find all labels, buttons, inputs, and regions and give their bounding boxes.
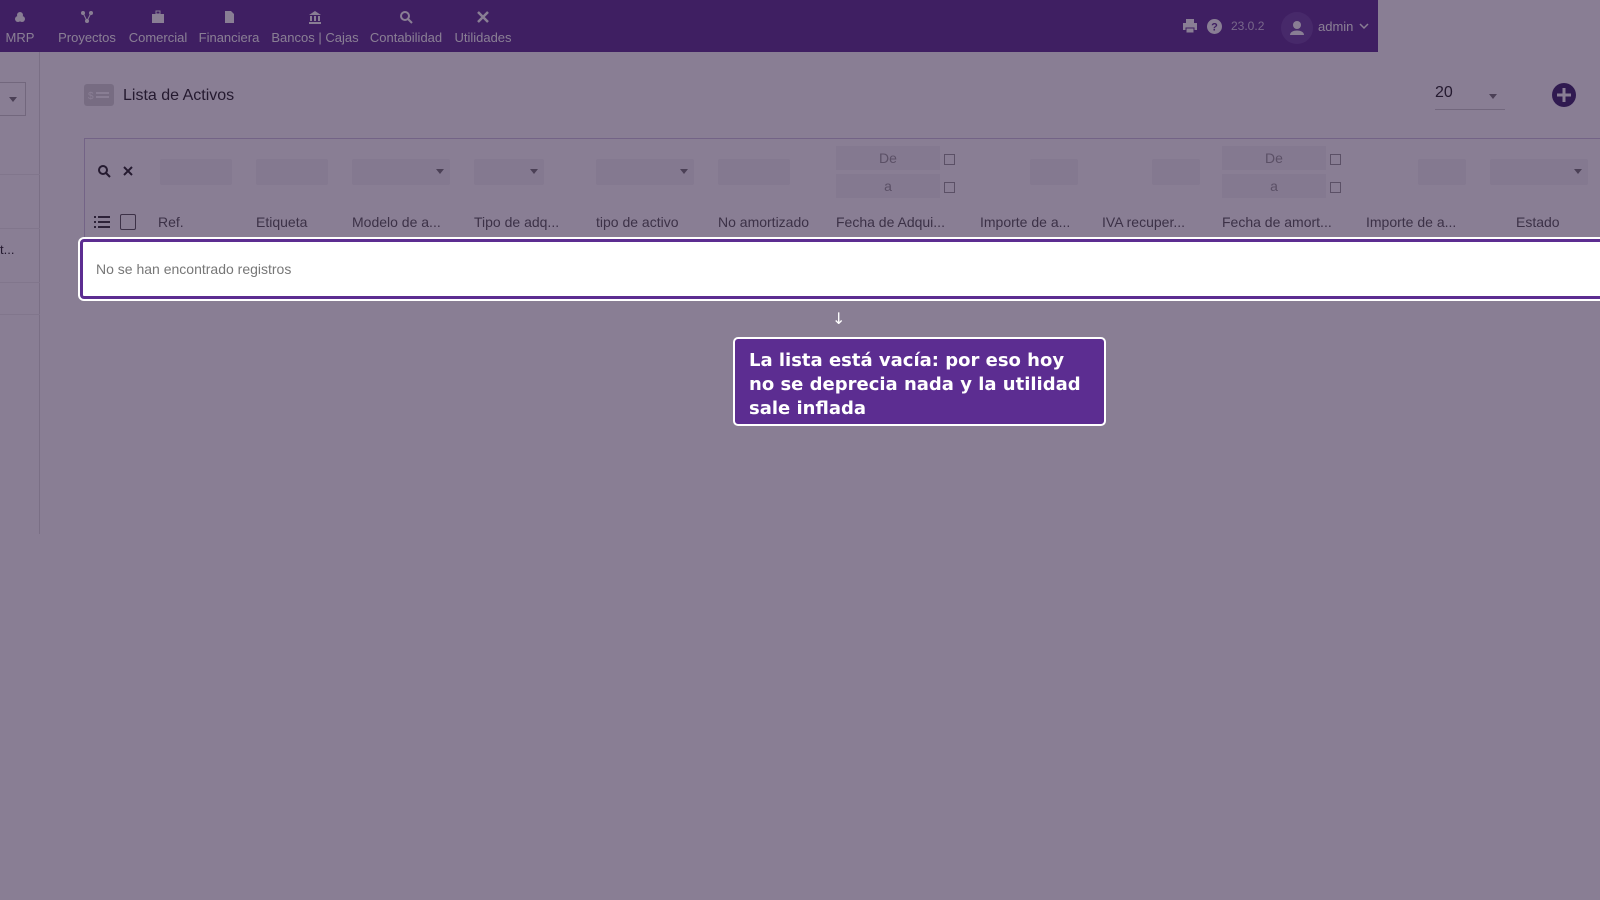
menu-item-bancos[interactable]: Bancos | Cajas: [270, 0, 360, 52]
briefcase-icon: [152, 10, 164, 23]
tools-icon: [477, 11, 489, 23]
left-sidebar: t...: [0, 52, 40, 534]
filter-dep-date-to[interactable]: a: [1222, 174, 1326, 198]
menu-item-comercial[interactable]: Comercial: [127, 0, 189, 52]
filter-ref[interactable]: [160, 159, 232, 185]
page-title: Lista de Activos: [123, 87, 235, 104]
calendar-icon[interactable]: [1330, 182, 1341, 193]
column-header-acquisition-amount[interactable]: Importe de a...: [980, 214, 1092, 230]
select-all-checkbox[interactable]: [120, 214, 136, 230]
chevron-down-icon: [9, 97, 17, 102]
bank-icon: [309, 11, 321, 24]
column-header-status[interactable]: Estado: [1516, 214, 1586, 230]
filter-label[interactable]: [256, 159, 328, 185]
menu-label: Proyectos: [58, 30, 116, 45]
top-menu-bar: MRP Proyectos Comercial Financiera Banco…: [0, 0, 1378, 52]
filter-acq-date-to[interactable]: a: [836, 174, 940, 198]
highlighted-empty-row: [80, 239, 1600, 299]
filter-dep-amount[interactable]: [1418, 159, 1466, 185]
calendar-icon[interactable]: [944, 154, 955, 165]
filter-vat[interactable]: [1152, 159, 1200, 185]
filter-not-depreciated[interactable]: [718, 159, 790, 185]
column-header-depreciation-date[interactable]: Fecha de amort...: [1222, 214, 1346, 230]
user-menu[interactable]: admin: [1318, 0, 1369, 52]
menu-item-proyectos[interactable]: Proyectos: [57, 0, 117, 52]
chevron-down-icon: [436, 169, 444, 174]
chevron-down-icon: [1574, 169, 1582, 174]
svg-text:?: ?: [1211, 21, 1218, 33]
filter-dep-date-from[interactable]: De: [1222, 146, 1326, 170]
add-asset-button[interactable]: [1552, 83, 1576, 107]
column-header-ref[interactable]: Ref.: [158, 214, 248, 230]
column-header-asset-type[interactable]: tipo de activo: [596, 214, 708, 230]
column-header-label[interactable]: Etiqueta: [256, 214, 346, 230]
filter-acq-amount[interactable]: [1030, 159, 1078, 185]
assets-icon: $: [84, 84, 114, 106]
column-header-vat[interactable]: IVA recuper...: [1102, 214, 1214, 230]
chevron-down-icon: [1359, 23, 1369, 30]
svg-text:$: $: [88, 91, 94, 102]
search-icon[interactable]: [97, 164, 111, 178]
callout-text: La lista está vacía: por eso hoy no se d…: [749, 350, 1081, 419]
list-icon[interactable]: [94, 215, 110, 229]
project-icon: [81, 11, 93, 23]
avatar[interactable]: [1281, 12, 1313, 44]
help-button[interactable]: ?: [1207, 0, 1222, 52]
sidebar-select[interactable]: [0, 82, 26, 116]
sidebar-item-label[interactable]: t...: [0, 242, 14, 257]
search-icon: [400, 11, 413, 24]
menu-label: Comercial: [128, 30, 188, 45]
menu-item-financiera[interactable]: Financiera: [198, 0, 260, 52]
print-button[interactable]: [1182, 0, 1198, 52]
menu-label: Bancos | Cajas: [271, 30, 359, 45]
tutorial-callout: La lista está vacía: por eso hoy no se d…: [733, 337, 1106, 426]
chevron-down-icon: [680, 169, 688, 174]
menu-item-mrp[interactable]: MRP: [0, 0, 40, 52]
calendar-icon[interactable]: [1330, 154, 1341, 165]
tutorial-overlay: [0, 0, 1600, 900]
filter-model[interactable]: [352, 159, 450, 185]
filter-acquisition-type[interactable]: [474, 159, 544, 185]
filter-acq-date-from[interactable]: De: [836, 146, 940, 170]
menu-label: Contabilidad: [369, 30, 443, 45]
empty-message: No se han encontrado registros: [96, 261, 292, 277]
filter-asset-type[interactable]: [596, 159, 694, 185]
column-header-not-depreciated[interactable]: No amortizado: [718, 214, 830, 230]
column-header-model[interactable]: Modelo de a...: [352, 214, 464, 230]
page-limit-select[interactable]: 20: [1435, 84, 1505, 110]
calendar-icon[interactable]: [944, 182, 955, 193]
menu-label: Utilidades: [454, 30, 512, 45]
version-label: 23.0.2: [1231, 19, 1265, 33]
column-header-acquisition-type[interactable]: Tipo de adq...: [474, 214, 586, 230]
menu-item-contabilidad[interactable]: Contabilidad: [369, 0, 443, 52]
menu-item-utilidades[interactable]: Utilidades: [452, 0, 514, 52]
callout-arrow: ↓: [832, 309, 846, 328]
column-header-depreciation-amount[interactable]: Importe de a...: [1366, 214, 1478, 230]
invoice-icon: [225, 11, 234, 23]
menu-label: Financiera: [198, 30, 260, 45]
chevron-down-icon: [1489, 94, 1497, 99]
print-icon: [1183, 19, 1197, 33]
help-icon: ?: [1207, 18, 1222, 34]
clear-filter-icon[interactable]: [123, 166, 133, 176]
menu-label: MRP: [5, 30, 35, 45]
filter-status[interactable]: [1490, 159, 1588, 185]
user-icon: [1290, 21, 1304, 35]
user-name: admin: [1318, 18, 1354, 34]
plus-icon: [1557, 88, 1571, 102]
column-header-acquisition-date[interactable]: Fecha de Adqui...: [836, 214, 960, 230]
page-limit-value: 20: [1435, 84, 1453, 101]
chevron-down-icon: [530, 169, 538, 174]
cubes-icon: [15, 12, 25, 22]
